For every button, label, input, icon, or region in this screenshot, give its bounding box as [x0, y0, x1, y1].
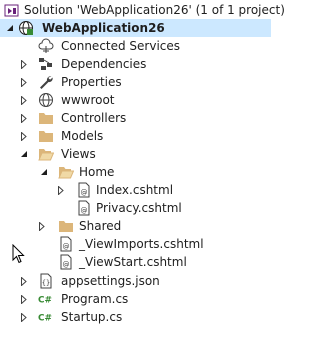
- razor-file-icon: @: [76, 181, 92, 199]
- tree-label: appsettings.json: [61, 274, 160, 288]
- tree-label: Startup.cs: [61, 310, 123, 324]
- tree-label: Properties: [61, 75, 122, 89]
- svg-text:@: @: [63, 261, 70, 269]
- mouse-cursor-icon: [12, 243, 26, 264]
- expanded-arrow-icon[interactable]: [19, 145, 29, 163]
- folder-icon: [38, 109, 54, 127]
- tree-label: Connected Services: [61, 39, 181, 53]
- tree-row-controllers[interactable]: Controllers: [0, 109, 271, 127]
- collapsed-arrow-icon[interactable]: [19, 127, 29, 145]
- tree-label: _ViewImports.cshtml: [79, 237, 204, 251]
- tree-row-viewimports-cshtml[interactable]: @ _ViewImports.cshtml: [0, 235, 271, 253]
- svg-text:@: @: [81, 189, 88, 197]
- tree-row-views[interactable]: Views: [0, 145, 271, 163]
- collapsed-arrow-icon[interactable]: [19, 290, 29, 308]
- dependencies-icon: [38, 55, 54, 73]
- tree-label: Controllers: [61, 111, 127, 125]
- csharp-file-icon: C#: [38, 308, 54, 326]
- wrench-icon: [38, 73, 54, 91]
- tree-row-viewstart-cshtml[interactable]: @ _ViewStart.cshtml: [0, 253, 271, 271]
- collapsed-arrow-icon[interactable]: [19, 308, 29, 326]
- tree-label: Dependencies: [61, 57, 147, 71]
- collapsed-arrow-icon[interactable]: [19, 55, 29, 73]
- folder-icon: [38, 127, 54, 145]
- razor-file-icon: @: [76, 199, 92, 217]
- tree-row-program-cs[interactable]: C# Program.cs: [0, 290, 271, 308]
- expanded-arrow-icon[interactable]: [5, 19, 15, 37]
- tree-label: Shared: [79, 219, 122, 233]
- tree-label: _ViewStart.cshtml: [79, 255, 187, 269]
- tree-row-index-cshtml[interactable]: @ Index.cshtml: [0, 181, 271, 199]
- tree-row-home[interactable]: Home: [0, 163, 271, 181]
- folder-open-icon: [38, 145, 54, 163]
- tree-row-appsettings-json[interactable]: {} appsettings.json: [0, 272, 271, 290]
- solution-label: Solution 'WebApplication26' (1 of 1 proj…: [24, 3, 285, 17]
- tree-row-shared[interactable]: Shared: [0, 217, 271, 235]
- collapsed-arrow-icon[interactable]: [19, 109, 29, 127]
- svg-text:@: @: [63, 243, 70, 251]
- tree-row-wwwroot[interactable]: wwwroot: [0, 91, 271, 109]
- collapsed-arrow-icon[interactable]: [19, 91, 29, 109]
- razor-file-icon: @: [58, 235, 74, 253]
- svg-text:C#: C#: [38, 296, 52, 306]
- tree-row-privacy-cshtml[interactable]: @ Privacy.cshtml: [0, 199, 271, 217]
- tree-label: Privacy.cshtml: [96, 201, 182, 215]
- tree-label: Views: [61, 147, 96, 161]
- razor-file-icon: @: [58, 253, 74, 271]
- project-label: WebApplication26: [42, 21, 165, 35]
- tree-label: Program.cs: [61, 292, 129, 306]
- web-project-icon: [18, 19, 34, 37]
- svg-text:C#: C#: [38, 314, 52, 324]
- tree-label: wwwroot: [61, 93, 115, 107]
- tree-row-project[interactable]: WebApplication26: [0, 19, 271, 37]
- collapsed-arrow-icon[interactable]: [19, 272, 29, 290]
- collapsed-arrow-icon[interactable]: [56, 181, 66, 199]
- tree-row-solution[interactable]: Solution 'WebApplication26' (1 of 1 proj…: [0, 1, 285, 19]
- tree-row-dependencies[interactable]: Dependencies: [0, 55, 271, 73]
- tree-row-startup-cs[interactable]: C# Startup.cs: [0, 308, 271, 326]
- globe-icon: [38, 91, 54, 109]
- tree-row-models[interactable]: Models: [0, 127, 271, 145]
- csharp-file-icon: C#: [38, 290, 54, 308]
- svg-text:{}: {}: [42, 279, 50, 287]
- tree-row-connected-services[interactable]: Connected Services: [0, 37, 271, 55]
- tree-label: Home: [79, 165, 115, 179]
- json-file-icon: {}: [38, 272, 54, 290]
- expanded-arrow-icon[interactable]: [39, 163, 49, 181]
- solution-icon: [4, 1, 20, 19]
- folder-icon: [58, 217, 74, 235]
- tree-label: Models: [61, 129, 104, 143]
- svg-text:@: @: [81, 207, 88, 215]
- connected-services-icon: [38, 37, 54, 55]
- tree-label: Index.cshtml: [96, 183, 174, 197]
- folder-open-icon: [58, 163, 74, 181]
- tree-row-properties[interactable]: Properties: [0, 73, 271, 91]
- collapsed-arrow-icon[interactable]: [37, 217, 47, 235]
- collapsed-arrow-icon[interactable]: [19, 73, 29, 91]
